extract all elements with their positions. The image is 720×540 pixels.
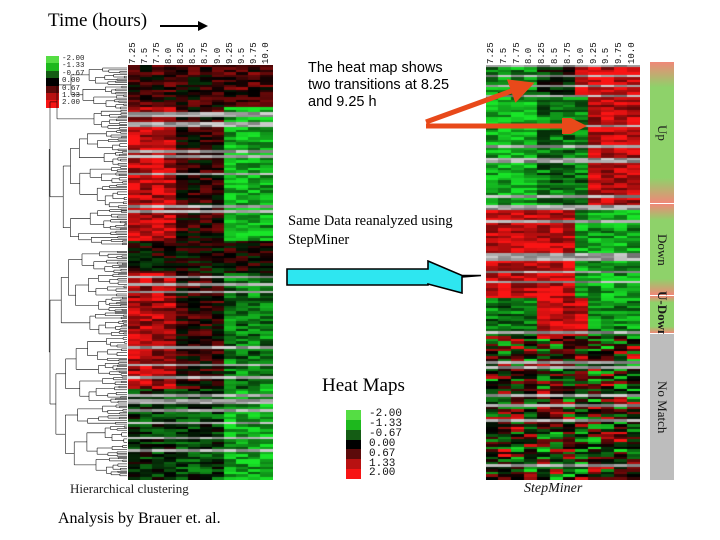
legend-swatch [346, 449, 361, 460]
category-label: No Match [655, 380, 670, 433]
time-ticks-left: 7.25 7.5 7.75 8.0 8.25 8.5 8.75 9.0 9.25 9.5 9.75 1… [128, 24, 273, 64]
stepminer-category-bar: Up Down U-Down No Match [650, 62, 674, 480]
time-tick-label: 8.0 [164, 47, 175, 64]
time-tick-label: 10.0 [627, 42, 638, 64]
caption-stepminer: StepMiner [524, 481, 583, 496]
color-legend-bottom: -2.00 -1.33 -0.67 0.00 0.67 1.33 2.00 [346, 409, 402, 480]
caption-credit: Analysis by Brauer et. al. [58, 510, 221, 527]
category-no-match[interactable]: No Match [650, 333, 674, 480]
time-tick-label: 7.25 [486, 42, 496, 64]
hierarchical-dendrogram [48, 65, 128, 480]
time-tick-label: 8.25 [537, 42, 548, 64]
time-tick-label: 8.0 [524, 47, 535, 64]
color-legend-bottom-labels: -2.00 -1.33 -0.67 0.00 0.67 1.33 2.00 [369, 409, 402, 480]
time-tick-label: 7.75 [152, 42, 163, 64]
flow-arrow-icon [286, 260, 482, 294]
category-label: Up [655, 124, 670, 141]
color-legend-bottom-swatches [346, 410, 361, 480]
time-tick-label: 7.75 [511, 42, 522, 64]
time-tick-label: 8.25 [176, 42, 187, 64]
time-tick-label: 9.75 [614, 42, 625, 64]
time-tick-label: 7.5 [498, 47, 509, 64]
category-up[interactable]: Up [650, 62, 674, 205]
heatmap-hierarchical-clustering[interactable] [128, 65, 273, 480]
time-ticks-right: 7.25 7.5 7.75 8.0 8.25 8.5 8.75 9.0 9.25 9.5 9.75 1… [486, 24, 640, 64]
category-label: U-Down [655, 291, 670, 338]
time-tick-label: 9.5 [601, 47, 612, 64]
time-tick-label: 7.5 [140, 47, 151, 64]
annotation-reanalyzed: Same Data reanalyzed using StepMiner [288, 213, 453, 248]
legend-swatch [346, 459, 361, 470]
time-tick-label: 9.75 [248, 42, 259, 64]
time-tick-label: 8.75 [562, 42, 573, 64]
caption-hierarchical-clustering: Hierarchical clustering [70, 481, 189, 496]
legend-swatch [346, 469, 361, 480]
category-u-down[interactable]: U-Down [650, 291, 674, 337]
callout-arrow-lower-icon [426, 118, 588, 134]
legend-swatch [346, 429, 361, 440]
legend-swatch [346, 439, 361, 450]
time-tick-label: 9.25 [588, 42, 599, 64]
time-tick-label: 9.5 [236, 47, 247, 64]
legend-swatch [346, 410, 361, 420]
time-tick-label: 9.0 [212, 47, 223, 64]
time-tick-label: 8.5 [188, 47, 199, 64]
time-tick-label: 9.25 [224, 42, 235, 64]
time-tick-label: 7.25 [128, 42, 138, 64]
page-title: Heat Maps [322, 375, 405, 396]
category-label: Down [655, 233, 670, 266]
time-tick-label: 9.0 [575, 47, 586, 64]
heatmap-left-canvas [128, 65, 273, 480]
legend-value: 2.00 [369, 467, 396, 480]
time-tick-label: 10.0 [260, 42, 271, 64]
category-down[interactable]: Down [650, 204, 674, 297]
legend-swatch [46, 56, 59, 64]
time-tick-label: 8.75 [200, 42, 211, 64]
time-tick-label: 8.5 [550, 47, 561, 64]
legend-swatch [346, 419, 361, 430]
